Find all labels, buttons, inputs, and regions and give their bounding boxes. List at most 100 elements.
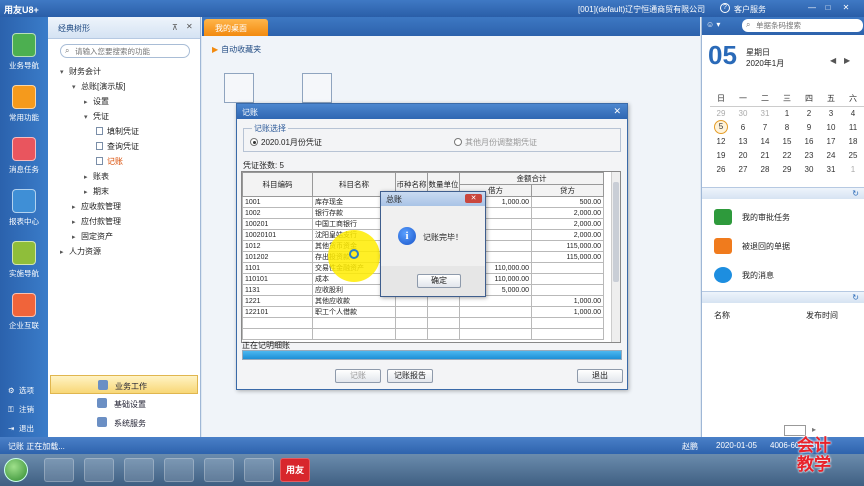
refresh-icon[interactable]: ↻ xyxy=(852,293,859,302)
calendar-date[interactable]: 3 xyxy=(820,106,842,120)
tree-node-voucher[interactable]: ▾ 凭证 xyxy=(84,111,109,122)
message-close-button[interactable]: ✕ xyxy=(465,194,482,203)
rail-message-tasks[interactable]: 消息任务 xyxy=(0,137,48,175)
taskbar-tool-icon[interactable] xyxy=(244,458,274,482)
calendar-date[interactable]: 22 xyxy=(776,148,798,162)
page-input[interactable] xyxy=(784,425,806,436)
next-page-icon[interactable]: ▸ xyxy=(812,425,816,434)
rail-implementation-nav[interactable]: 实施导航 xyxy=(0,241,48,279)
help-icon[interactable]: ? xyxy=(720,3,730,13)
close-window-button[interactable]: ✕ xyxy=(840,3,852,13)
prev-month-icon[interactable]: ◀ xyxy=(830,56,836,65)
tree-node-period-end[interactable]: ▸ 期末 xyxy=(84,186,109,197)
face-icon[interactable]: ☺ ▾ xyxy=(706,20,720,29)
tree-node-fixed-assets[interactable]: ▸ 固定资产 xyxy=(72,231,113,242)
calendar-date[interactable]: 26 xyxy=(710,162,732,176)
taskbar-u8-icon[interactable]: 用友U8+ xyxy=(280,458,310,482)
calendar-date[interactable]: 28 xyxy=(754,162,776,176)
calendar-date[interactable]: 15 xyxy=(776,134,798,148)
minimize-button[interactable]: — xyxy=(806,3,818,13)
radio-current-month[interactable]: 2020.01月份凭证 xyxy=(250,137,322,148)
calendar-date[interactable]: 6 xyxy=(732,120,754,134)
basic-settings-button[interactable]: 基础设置 xyxy=(50,394,198,413)
calendar-date[interactable]: 31 xyxy=(820,162,842,176)
calendar-date[interactable]: 2 xyxy=(798,106,820,120)
grid-scrollbar[interactable] xyxy=(611,172,620,342)
desktop-shortcut-icon[interactable] xyxy=(224,73,254,103)
tab-my-desktop[interactable]: 我的桌面 xyxy=(204,19,268,36)
calendar-date[interactable]: 1 xyxy=(842,162,864,176)
calendar-date[interactable]: 23 xyxy=(798,148,820,162)
calendar-date[interactable]: 31 xyxy=(754,106,776,120)
calendar-date[interactable]: 8 xyxy=(776,120,798,134)
calendar-date[interactable]: 19 xyxy=(710,148,732,162)
table-row[interactable]: 1221 其他应收款 1,000.00 xyxy=(242,295,604,307)
calendar-date[interactable]: 18 xyxy=(842,134,864,148)
table-row[interactable] xyxy=(242,317,604,329)
function-search-input[interactable] xyxy=(75,46,187,56)
calendar-date[interactable]: 17 xyxy=(820,134,842,148)
posting-report-button[interactable]: 记账报告 xyxy=(387,369,433,383)
tree-node-ledgers[interactable]: ▸ 账表 xyxy=(84,171,109,182)
customer-service-menu[interactable]: 客户服务 xyxy=(734,4,766,15)
rail-common-functions[interactable]: 常用功能 xyxy=(0,85,48,123)
calendar-date[interactable]: 20 xyxy=(732,148,754,162)
exit-button[interactable]: 退出 xyxy=(577,369,623,383)
calendar-date[interactable]: 25 xyxy=(842,148,864,162)
tree-node-finance[interactable]: ▾ 财务会计 xyxy=(60,66,101,77)
calendar-date[interactable]: 10 xyxy=(820,120,842,134)
business-work-button[interactable]: 业务工作 xyxy=(50,375,198,394)
next-month-icon[interactable]: ▶ xyxy=(844,56,850,65)
post-button[interactable]: 记账 xyxy=(335,369,381,383)
maximize-button[interactable]: □ xyxy=(822,3,834,13)
calendar-date[interactable]: 11 xyxy=(842,120,864,134)
desktop-shortcut-icon[interactable] xyxy=(302,73,332,103)
rail-enterprise-connect[interactable]: 企业互联 xyxy=(0,293,48,331)
calendar-date[interactable]: 27 xyxy=(732,162,754,176)
dialog-close-button[interactable]: ✕ xyxy=(613,106,621,117)
calendar-date[interactable]: 1 xyxy=(776,106,798,120)
calendar-date[interactable]: 13 xyxy=(732,134,754,148)
tree-node-post[interactable]: 记账 xyxy=(96,156,123,167)
calendar-date[interactable]: 21 xyxy=(754,148,776,162)
barcode-search-input[interactable] xyxy=(756,20,856,30)
calendar-date[interactable]: 30 xyxy=(798,162,820,176)
table-row[interactable]: 122101 职工个人借款 1,000.00 xyxy=(242,306,604,318)
tree-node-receivables[interactable]: ▸ 应收款管理 xyxy=(72,201,121,212)
rail-options[interactable]: ⚙ 选项 xyxy=(8,385,34,396)
start-button[interactable] xyxy=(4,458,28,482)
calendar-date[interactable]: 29 xyxy=(776,162,798,176)
calendar-date[interactable]: 30 xyxy=(732,106,754,120)
rail-business-nav[interactable]: 业务导航 xyxy=(0,33,48,71)
calendar-date[interactable]: 24 xyxy=(820,148,842,162)
calendar-date[interactable]: 9 xyxy=(798,120,820,134)
system-service-button[interactable]: 系统服务 xyxy=(50,413,198,432)
taskbar-vmware-icon[interactable] xyxy=(164,458,194,482)
taskbar-tool-icon[interactable] xyxy=(204,458,234,482)
breadcrumb[interactable]: ▶ 自动收藏夹 xyxy=(212,44,261,55)
radio-other-month[interactable]: 其他月份调整期凭证 xyxy=(454,137,537,148)
tree-node-payables[interactable]: ▸ 应付款管理 xyxy=(72,216,121,227)
scroll-thumb[interactable] xyxy=(613,182,619,282)
tree-node-settings[interactable]: ▸ 设置 xyxy=(84,96,109,107)
rail-logout[interactable]: ⚿ 注销 xyxy=(8,404,34,415)
ok-button[interactable]: 确定 xyxy=(417,274,461,288)
tree-node-hr[interactable]: ▸ 人力资源 xyxy=(60,246,101,257)
calendar-date[interactable]: 5 xyxy=(710,120,732,134)
tree-node-query-voucher[interactable]: 查询凭证 xyxy=(96,141,139,152)
calendar-date[interactable]: 12 xyxy=(710,134,732,148)
rail-exit[interactable]: ⇥ 退出 xyxy=(8,423,34,434)
table-row[interactable] xyxy=(242,328,604,340)
taskbar-folder-icon[interactable] xyxy=(84,458,114,482)
rail-report-center[interactable]: 报表中心 xyxy=(0,189,48,227)
calendar-date[interactable]: 16 xyxy=(798,134,820,148)
tree-node-general-ledger[interactable]: ▾ 总账[演示版] xyxy=(72,81,125,92)
calendar-date[interactable]: 4 xyxy=(842,106,864,120)
calendar-date[interactable]: 7 xyxy=(754,120,776,134)
pin-icon[interactable]: ⊼ xyxy=(172,23,178,32)
close-icon[interactable]: ✕ xyxy=(186,22,193,31)
calendar-date[interactable]: 29 xyxy=(710,106,732,120)
calendar-date[interactable]: 14 xyxy=(754,134,776,148)
tree-node-fill-voucher[interactable]: 填制凭证 xyxy=(96,126,139,137)
taskbar-app-icon[interactable] xyxy=(44,458,74,482)
